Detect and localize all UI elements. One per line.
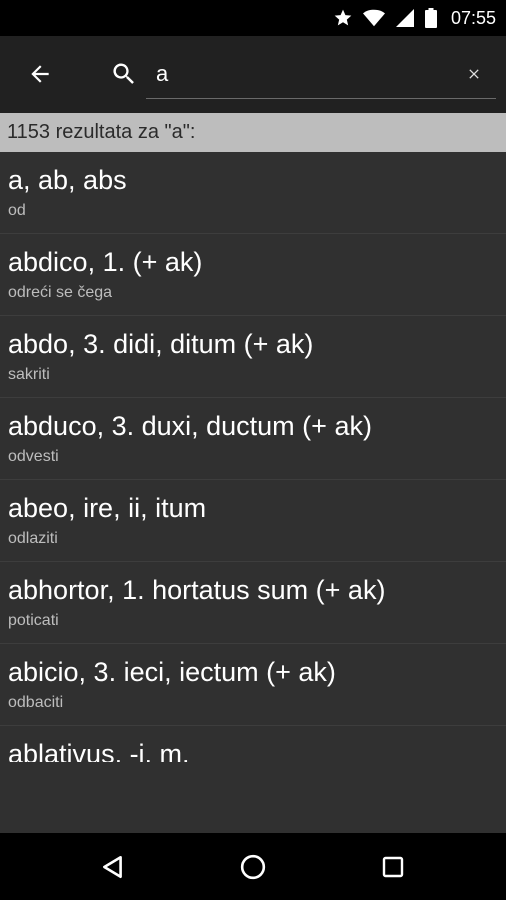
entry-term: abicio, 3. ieci, iectum (+ ak) xyxy=(8,657,336,687)
entry-term: abdico, 1. (+ ak) xyxy=(8,247,203,277)
status-time: 07:55 xyxy=(450,7,496,28)
entry-translation: sakriti xyxy=(8,366,50,383)
home-circle-icon xyxy=(240,854,266,880)
status-bar: 07:55 xyxy=(0,0,506,36)
entry-translation: odreći se čega xyxy=(8,284,113,301)
entry-term: abduco, 3. duxi, ductum (+ ak) xyxy=(8,411,372,441)
list-item[interactable]: abdico, 1. (+ ak) odreći se čega xyxy=(0,234,506,316)
list-item[interactable]: abhortor, 1. hortatus sum (+ ak) poticat… xyxy=(0,562,506,644)
entry-translation: odvesti xyxy=(8,448,59,465)
nav-home-button[interactable] xyxy=(233,847,273,887)
clear-search-button[interactable] xyxy=(460,60,488,88)
search-underline xyxy=(146,98,496,99)
entry-term: abeo, ire, ii, itum xyxy=(8,493,207,523)
entry-translation: odbaciti xyxy=(8,694,64,711)
nav-back-button[interactable] xyxy=(93,847,133,887)
arrow-left-icon xyxy=(31,65,49,83)
entry-translation: odlaziti xyxy=(8,530,58,547)
recents-square-icon xyxy=(382,856,404,878)
entry-translation: poticati xyxy=(8,612,59,629)
list-item[interactable]: a, ab, abs od xyxy=(0,152,506,234)
wifi-icon xyxy=(362,9,385,27)
list-item[interactable]: ablativus, -i, m. xyxy=(0,726,506,762)
entry-term: ablativus, -i, m. xyxy=(8,739,190,762)
list-item[interactable]: abeo, ire, ii, itum odlaziti xyxy=(0,480,506,562)
back-triangle-icon xyxy=(103,855,122,879)
close-icon xyxy=(469,69,479,79)
list-item[interactable]: abduco, 3. duxi, ductum (+ ak) odvesti xyxy=(0,398,506,480)
search-icon xyxy=(106,58,142,90)
entry-translation: od xyxy=(8,202,26,219)
results-list: a, ab, abs od abdico, 1. (+ ak) odreći s… xyxy=(0,152,506,762)
entry-term: a, ab, abs xyxy=(8,165,127,195)
entry-term: abdo, 3. didi, ditum (+ ak) xyxy=(8,329,314,359)
results-count-header: 1153 rezultata za "a": xyxy=(0,113,506,152)
search-toolbar xyxy=(0,36,506,113)
star-icon xyxy=(334,9,352,26)
back-button[interactable] xyxy=(20,58,60,90)
entry-term: abhortor, 1. hortatus sum (+ ak) xyxy=(8,575,386,605)
list-item[interactable]: abdo, 3. didi, ditum (+ ak) sakriti xyxy=(0,316,506,398)
battery-icon xyxy=(424,8,437,28)
navigation-bar xyxy=(0,833,506,900)
nav-recents-button[interactable] xyxy=(373,847,413,887)
signal-icon xyxy=(395,9,414,27)
search-input[interactable] xyxy=(156,56,446,92)
status-icons: 07:55 xyxy=(333,0,496,36)
list-item[interactable]: abicio, 3. ieci, iectum (+ ak) odbaciti xyxy=(0,644,506,726)
